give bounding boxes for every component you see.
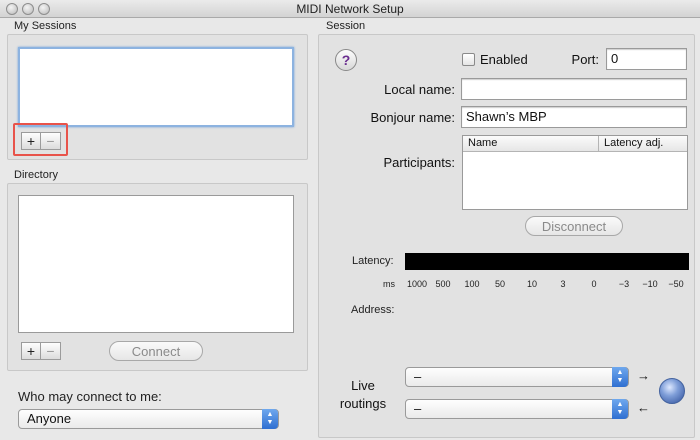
participants-table[interactable]: Name Latency adj. [462, 135, 688, 210]
latency-tick: 500 [435, 279, 451, 289]
title-bar: MIDI Network Setup [0, 0, 700, 18]
latency-tick: 100 [464, 279, 480, 289]
latency-tick: 50 [494, 279, 506, 289]
bonjour-name-label: Bonjour name: [370, 110, 455, 125]
latency-meter [405, 253, 689, 270]
latency-scale: 1000 500 100 50 10 3 0 −3 −10 −50 [405, 279, 689, 291]
directory-label: Directory [14, 169, 59, 181]
who-may-connect-label: Who may connect to me: [18, 389, 162, 404]
routing-out-value: – [414, 401, 422, 416]
latency-tick: 1000 [406, 279, 428, 289]
popup-arrows-icon: ▲ ▼ [612, 399, 628, 419]
add-directory-button[interactable]: + [21, 342, 41, 360]
connect-button[interactable]: Connect [109, 341, 203, 361]
routing-out-popup[interactable]: – ▲ ▼ [405, 399, 629, 419]
latency-tick: 10 [526, 279, 538, 289]
my-sessions-label: My Sessions [14, 20, 77, 32]
participants-header: Name Latency adj. [463, 136, 687, 152]
session-label: Session [326, 20, 366, 32]
routing-in-popup[interactable]: – ▲ ▼ [405, 367, 629, 387]
my-sessions-add-remove: + − [21, 132, 61, 150]
column-latency-adj[interactable]: Latency adj. [599, 136, 687, 151]
local-name-label: Local name: [384, 82, 455, 97]
live-routings-label-line2: routings [339, 396, 387, 411]
window-title: MIDI Network Setup [296, 2, 404, 16]
who-may-connect-value: Anyone [27, 411, 72, 426]
latency-unit: ms [383, 279, 395, 289]
popup-arrows-icon: ▲ ▼ [612, 367, 628, 387]
address-label: Address: [351, 304, 395, 316]
my-sessions-list[interactable] [18, 47, 294, 127]
live-routings-label-line1: Live [351, 378, 375, 393]
remove-directory-button[interactable]: − [41, 342, 61, 360]
arrow-right-icon: → [637, 368, 650, 383]
add-session-button[interactable]: + [21, 132, 41, 150]
bonjour-name-field[interactable]: Shawn’s MBP [461, 106, 687, 128]
arrow-left-icon: ← [637, 400, 650, 415]
directory-list[interactable] [18, 195, 294, 333]
column-name[interactable]: Name [463, 136, 599, 151]
port-field[interactable]: 0 [606, 48, 687, 70]
latency-tick: −50 [668, 279, 684, 289]
latency-label: Latency: [352, 255, 394, 267]
enabled-checkbox[interactable] [462, 53, 475, 66]
routing-in-value: – [414, 369, 422, 384]
help-icon[interactable]: ? [335, 49, 357, 71]
latency-tick: 3 [560, 279, 566, 289]
latency-tick: 0 [591, 279, 597, 289]
disconnect-button[interactable]: Disconnect [525, 216, 623, 236]
latency-tick: −3 [618, 279, 630, 289]
enabled-label: Enabled [480, 52, 528, 67]
latency-tick: −10 [642, 279, 658, 289]
directory-add-remove: + − [21, 342, 61, 360]
who-may-connect-popup[interactable]: Anyone ▲ ▼ [18, 409, 279, 429]
local-name-field[interactable] [461, 78, 687, 100]
network-globe-icon [659, 378, 685, 404]
popup-arrows-icon: ▲ ▼ [262, 409, 278, 429]
port-label: Port: [571, 52, 599, 67]
participants-label: Participants: [383, 155, 455, 170]
remove-session-button[interactable]: − [41, 132, 61, 150]
